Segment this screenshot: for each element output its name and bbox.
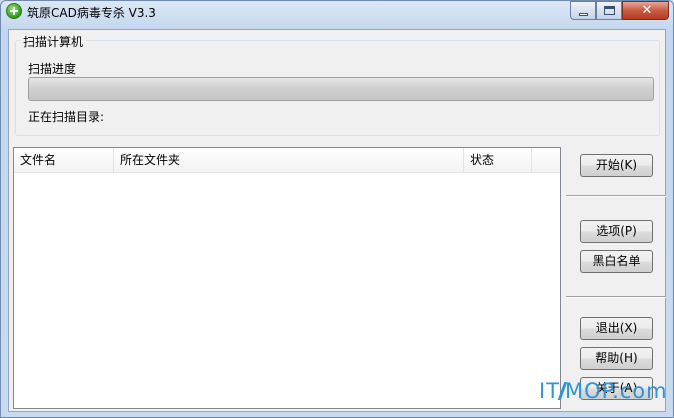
scan-progress-bar bbox=[28, 77, 654, 101]
start-button[interactable]: 开始(K) bbox=[580, 154, 653, 177]
title-bar[interactable]: 筑原CAD病毒专杀 V3.3 ✕ bbox=[1, 1, 673, 23]
site-watermark: IT MOP.com bbox=[539, 379, 674, 413]
close-icon: ✕ bbox=[641, 3, 653, 18]
main-window: 筑原CAD病毒专杀 V3.3 ✕ 扫描计算机 扫描进度 正在扫描目录: 文件名 … bbox=[0, 0, 674, 418]
button-separator bbox=[566, 296, 666, 298]
window-title: 筑原CAD病毒专杀 V3.3 bbox=[27, 6, 156, 20]
maximize-icon bbox=[604, 6, 615, 15]
blackwhite-list-button[interactable]: 黑白名单 bbox=[580, 250, 653, 273]
options-button[interactable]: 选项(P) bbox=[580, 220, 653, 243]
button-separator bbox=[566, 195, 666, 197]
scan-group-box: 扫描计算机 扫描进度 正在扫描目录: bbox=[15, 33, 660, 136]
minimize-button[interactable] bbox=[570, 1, 596, 20]
exit-button[interactable]: 退出(X) bbox=[580, 317, 653, 340]
minimize-icon bbox=[579, 13, 588, 16]
progress-label: 扫描进度 bbox=[28, 62, 77, 76]
results-list-header: 文件名 所在文件夹 状态 bbox=[14, 148, 560, 173]
scan-group-title: 扫描计算机 bbox=[20, 33, 87, 50]
client-area: 扫描计算机 扫描进度 正在扫描目录: 文件名 所在文件夹 状态 开始(K) 选项… bbox=[8, 29, 666, 412]
column-header-folder[interactable]: 所在文件夹 bbox=[114, 148, 464, 172]
results-list[interactable]: 文件名 所在文件夹 状态 bbox=[13, 147, 561, 409]
app-plus-icon bbox=[6, 3, 22, 19]
watermark-text: IT MOP.com bbox=[539, 379, 668, 403]
column-header-filename[interactable]: 文件名 bbox=[14, 148, 114, 172]
help-button[interactable]: 帮助(H) bbox=[580, 347, 653, 370]
current-dir-label: 正在扫描目录: bbox=[28, 110, 105, 124]
maximize-button[interactable] bbox=[596, 1, 622, 20]
close-button[interactable]: ✕ bbox=[622, 1, 669, 20]
column-header-status[interactable]: 状态 bbox=[464, 148, 532, 172]
